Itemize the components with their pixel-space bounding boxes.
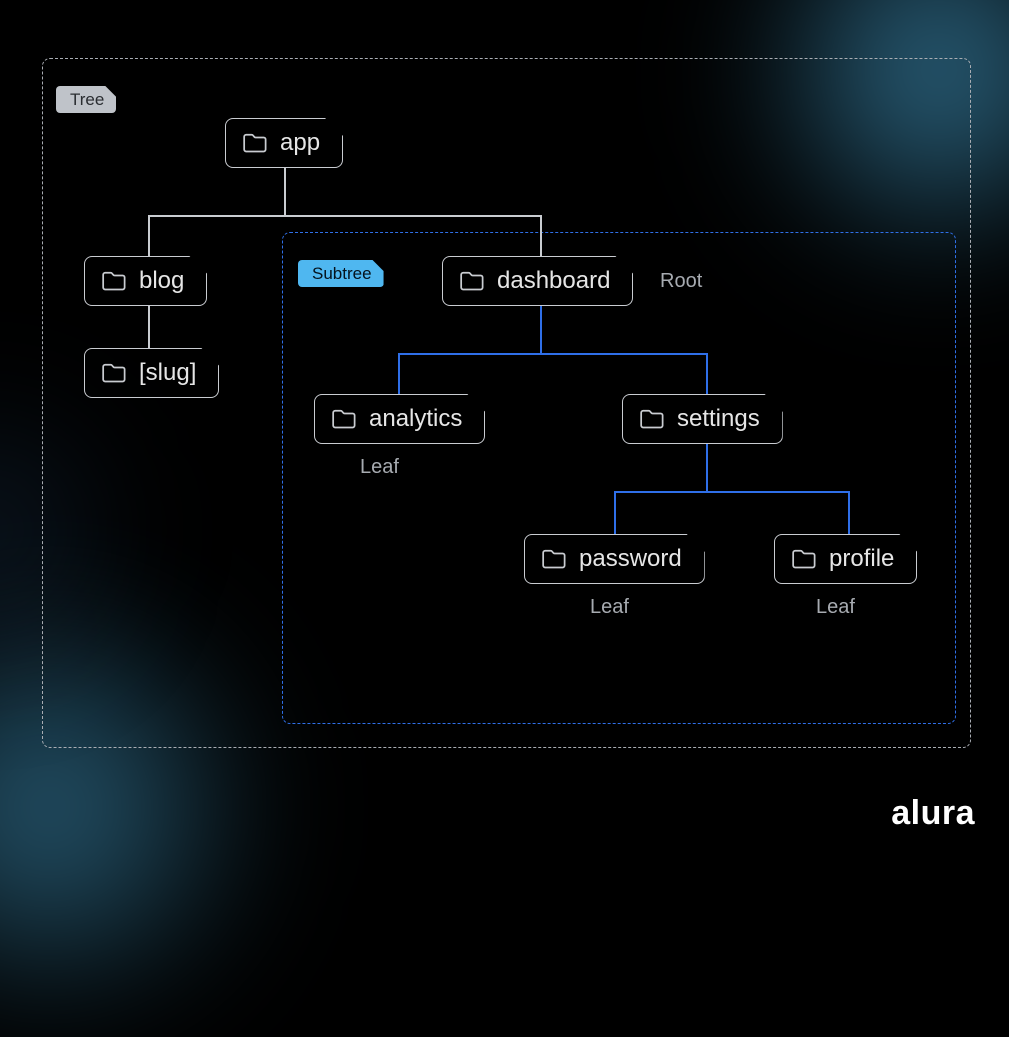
node-label: password	[579, 545, 682, 573]
connector	[540, 215, 542, 256]
node-password: password	[524, 534, 705, 584]
badge-tree: Tree	[56, 86, 116, 113]
node-dashboard: dashboard	[442, 256, 633, 306]
annotation-root: Root	[660, 270, 702, 293]
node-blog: blog	[84, 256, 207, 306]
node-settings: settings	[622, 394, 783, 444]
badge-subtree: Subtree	[298, 260, 384, 287]
node-label: dashboard	[497, 267, 610, 295]
folder-icon	[459, 270, 485, 292]
brand-wordmark: alura	[891, 794, 975, 833]
folder-icon	[101, 270, 127, 292]
connector	[614, 491, 616, 534]
node-profile: profile	[774, 534, 917, 584]
folder-icon	[791, 548, 817, 570]
annotation-leaf-password: Leaf	[590, 596, 629, 619]
node-label: profile	[829, 545, 894, 573]
folder-icon	[242, 132, 268, 154]
node-label: [slug]	[139, 359, 196, 387]
connector	[540, 306, 542, 353]
connector	[398, 353, 400, 394]
connector	[848, 491, 850, 534]
diagram-stage: Tree Subtree app blog [slug]	[0, 0, 1009, 857]
folder-icon	[331, 408, 357, 430]
node-app: app	[225, 118, 343, 168]
folder-icon	[101, 362, 127, 384]
node-label: app	[280, 129, 320, 157]
connector	[706, 444, 708, 491]
connector	[148, 215, 541, 217]
connector	[614, 491, 849, 493]
node-label: analytics	[369, 405, 462, 433]
connector	[148, 306, 150, 348]
node-analytics: analytics	[314, 394, 485, 444]
connector	[398, 353, 707, 355]
folder-icon	[639, 408, 665, 430]
connector	[706, 353, 708, 394]
connector	[148, 215, 150, 256]
annotation-leaf-profile: Leaf	[816, 596, 855, 619]
annotation-leaf-analytics: Leaf	[360, 456, 399, 479]
folder-icon	[541, 548, 567, 570]
connector	[284, 168, 286, 215]
node-label: settings	[677, 405, 760, 433]
node-slug: [slug]	[84, 348, 219, 398]
node-label: blog	[139, 267, 184, 295]
